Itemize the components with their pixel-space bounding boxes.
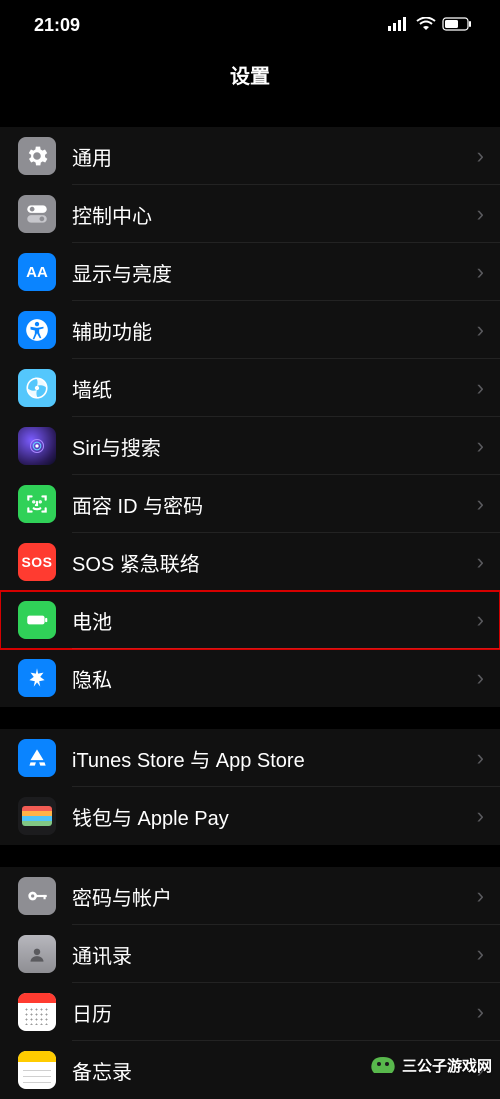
row-passwords[interactable]: 密码与帐户 › <box>0 867 500 925</box>
general-icon <box>18 137 56 175</box>
chevron-right-icon: › <box>477 941 484 967</box>
row-sos[interactable]: SOS SOS 紧急联络 › <box>0 533 500 591</box>
row-appstore[interactable]: iTunes Store 与 App Store › <box>0 729 500 787</box>
display-icon: AA <box>18 253 56 291</box>
row-contacts[interactable]: 通讯录 › <box>0 925 500 983</box>
row-calendar[interactable]: 日历 › <box>0 983 500 1041</box>
chevron-right-icon: › <box>477 549 484 575</box>
row-battery[interactable]: 电池 › <box>0 591 500 649</box>
row-label: 显示与亮度 <box>72 258 469 287</box>
wifi-icon <box>416 15 436 36</box>
chevron-right-icon: › <box>477 491 484 517</box>
status-bar: 21:09 <box>0 0 500 50</box>
row-wallet[interactable]: 钱包与 Apple Pay › <box>0 787 500 845</box>
siri-icon <box>18 427 56 465</box>
row-label: 钱包与 Apple Pay <box>72 802 469 831</box>
watermark: 三公子游戏网 <box>368 1053 492 1077</box>
chevron-right-icon: › <box>477 883 484 909</box>
chevron-right-icon: › <box>477 259 484 285</box>
contacts-icon <box>18 935 56 973</box>
row-siri[interactable]: Siri与搜索 › <box>0 417 500 475</box>
status-time: 21:09 <box>34 15 80 36</box>
accessibility-icon <box>18 311 56 349</box>
display-text: AA <box>26 264 48 281</box>
sos-icon: SOS <box>18 543 56 581</box>
row-accessibility[interactable]: 辅助功能 › <box>0 301 500 359</box>
row-general[interactable]: 通用 › <box>0 127 500 185</box>
row-label: 隐私 <box>72 664 469 693</box>
row-label: iTunes Store 与 App Store <box>72 744 469 773</box>
row-label: 密码与帐户 <box>72 882 469 911</box>
cellular-icon <box>388 15 410 36</box>
key-icon <box>18 877 56 915</box>
row-label: 电池 <box>72 606 469 635</box>
row-label: 通用 <box>72 142 469 171</box>
settings-section-store: iTunes Store 与 App Store › 钱包与 Apple Pay… <box>0 729 500 845</box>
calendar-icon <box>18 993 56 1031</box>
appstore-icon <box>18 739 56 777</box>
chevron-right-icon: › <box>477 143 484 169</box>
notes-icon <box>18 1051 56 1089</box>
chevron-right-icon: › <box>477 665 484 691</box>
row-label: Siri与搜索 <box>72 432 469 461</box>
faceid-icon <box>18 485 56 523</box>
watermark-text: 三公子游戏网 <box>402 1055 492 1076</box>
row-wallpaper[interactable]: 墙纸 › <box>0 359 500 417</box>
wallpaper-icon <box>18 369 56 407</box>
chevron-right-icon: › <box>477 317 484 343</box>
row-display[interactable]: AA 显示与亮度 › <box>0 243 500 301</box>
row-faceid[interactable]: 面容 ID 与密码 › <box>0 475 500 533</box>
battery-icon <box>442 15 472 36</box>
sos-text: SOS <box>21 554 52 570</box>
battery-row-icon <box>18 601 56 639</box>
privacy-icon <box>18 659 56 697</box>
row-label: SOS 紧急联络 <box>72 548 469 577</box>
row-label: 日历 <box>72 998 469 1027</box>
control-center-icon <box>18 195 56 233</box>
chevron-right-icon: › <box>477 745 484 771</box>
row-label: 辅助功能 <box>72 316 469 345</box>
chevron-right-icon: › <box>477 607 484 633</box>
row-control-center[interactable]: 控制中心 › <box>0 185 500 243</box>
chevron-right-icon: › <box>477 999 484 1025</box>
row-label: 通讯录 <box>72 940 469 969</box>
chevron-right-icon: › <box>477 803 484 829</box>
page-title: 设置 <box>0 50 500 105</box>
row-label: 控制中心 <box>72 200 469 229</box>
settings-section-main: 通用 › 控制中心 › AA 显示与亮度 › 辅助功能 › <box>0 127 500 707</box>
row-label: 墙纸 <box>72 374 469 403</box>
chevron-right-icon: › <box>477 433 484 459</box>
wallet-icon <box>18 797 56 835</box>
row-privacy[interactable]: 隐私 › <box>0 649 500 707</box>
row-label: 面容 ID 与密码 <box>72 490 469 519</box>
watermark-icon <box>368 1053 398 1077</box>
chevron-right-icon: › <box>477 375 484 401</box>
status-indicators <box>388 15 472 36</box>
chevron-right-icon: › <box>477 201 484 227</box>
